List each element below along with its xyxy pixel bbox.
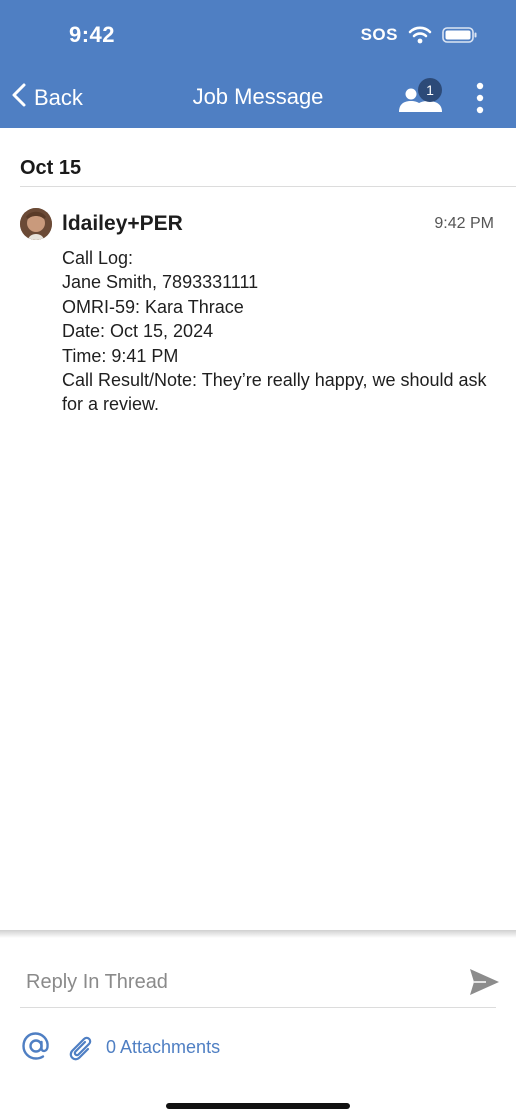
status-indicators: SOS [361, 25, 478, 45]
participants-button[interactable]: 1 [398, 78, 444, 114]
message-line: OMRI-59: Kara Thrace [62, 296, 244, 317]
message-line: Jane Smith, 7893331111 [62, 272, 259, 293]
status-time: 9:42 [69, 22, 116, 47]
message-line: Date: Oct 15, 2024 [62, 321, 214, 342]
participants-count-badge: 1 [418, 78, 442, 102]
composer-divider-shadow [0, 930, 516, 938]
sos-indicator: SOS [360, 25, 398, 44]
divider [20, 186, 516, 187]
home-indicator [166, 1103, 350, 1109]
battery-icon [442, 26, 478, 44]
avatar[interactable] [20, 208, 52, 240]
message-timestamp: 9:42 PM [434, 215, 494, 232]
reply-input[interactable] [26, 962, 446, 1002]
message-line: Time: 9:41 PM [62, 345, 179, 366]
wifi-icon [408, 26, 432, 44]
divider [20, 1007, 496, 1008]
date-header: Oct 15 [20, 157, 82, 179]
attachments-link[interactable]: 0 Attachments [106, 1037, 220, 1058]
more-vertical-icon[interactable] [470, 80, 490, 116]
paperclip-icon[interactable] [64, 1030, 96, 1062]
message-body: Call Log: Jane Smith, 7893331111 OMRI-59… [62, 246, 502, 417]
message-line: Call Result/Note: They’re really happy, … [62, 370, 487, 415]
send-icon[interactable] [466, 964, 502, 1000]
app-header: 9:42 SOS Back Job Message 1 [0, 0, 516, 128]
message-line: Call Log: [62, 248, 134, 268]
at-sign-icon[interactable] [20, 1030, 52, 1062]
message-sender: ldailey+PER [62, 212, 183, 235]
